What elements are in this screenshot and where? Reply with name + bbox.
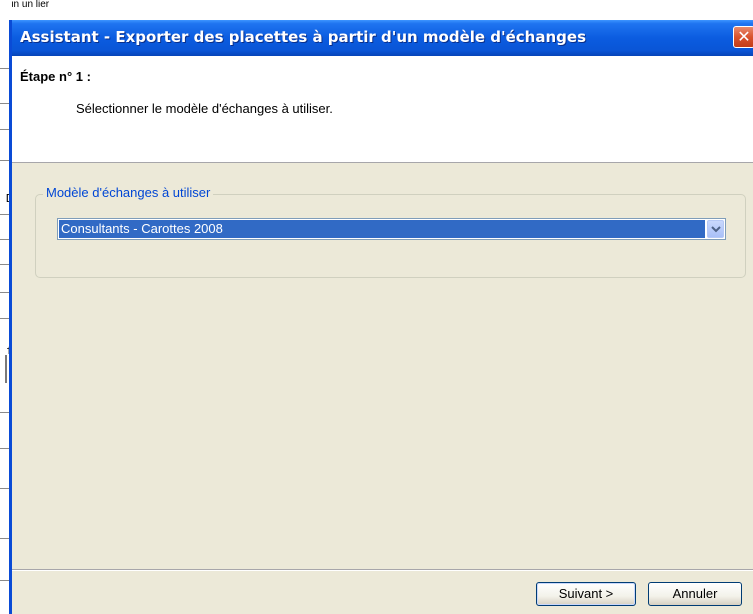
close-button[interactable]: ✕ — [733, 26, 753, 48]
selected-exchange-model: Consultants - Carottes 2008 — [59, 220, 705, 238]
cancel-button[interactable]: Annuler — [648, 582, 742, 606]
step-header-panel: Étape n° 1 : Sélectionner le modèle d'éc… — [12, 56, 753, 163]
footer-divider-highlight — [12, 570, 753, 571]
groupbox-legend: Modèle d'échanges à utiliser — [43, 185, 214, 200]
chevron-down-icon — [711, 226, 721, 233]
window-title: Assistant - Exporter des placettes à par… — [20, 28, 587, 46]
close-icon: ✕ — [737, 27, 751, 46]
dropdown-button[interactable] — [707, 220, 724, 238]
next-button[interactable]: Suivant > — [536, 582, 636, 606]
step-title: Étape n° 1 : — [20, 69, 91, 84]
title-bar[interactable]: Assistant - Exporter des placettes à par… — [12, 20, 753, 56]
background-window-text: un un lier — [8, 0, 50, 10]
step-description: Sélectionner le modèle d'échanges à util… — [76, 101, 333, 116]
wizard-dialog: Assistant - Exporter des placettes à par… — [9, 20, 753, 614]
exchange-model-select[interactable]: Consultants - Carottes 2008 — [57, 218, 726, 240]
background-scroll-mark — [5, 355, 7, 383]
